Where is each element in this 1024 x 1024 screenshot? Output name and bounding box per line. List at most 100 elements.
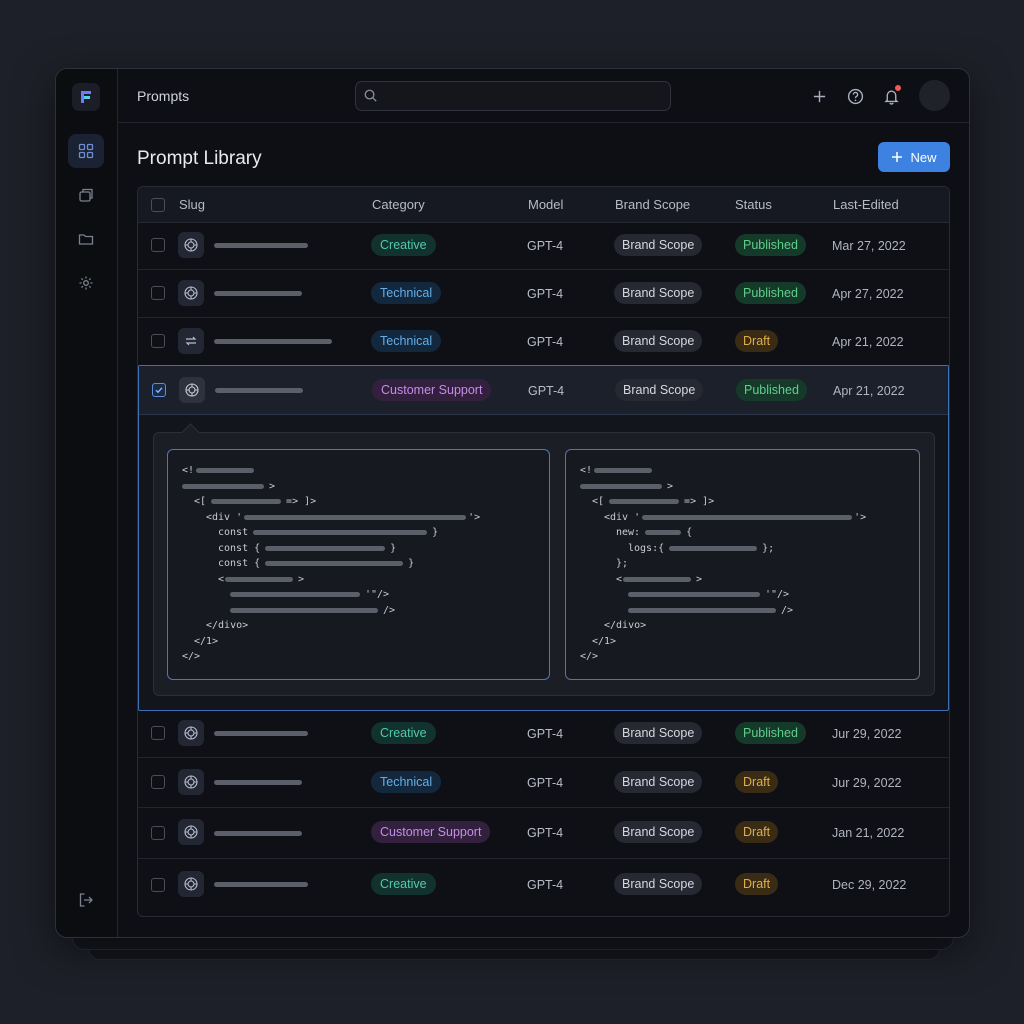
- slug-placeholder: [214, 731, 308, 736]
- code-placeholder: [623, 576, 692, 582]
- code-token: <[: [194, 495, 207, 507]
- column-header-status[interactable]: Status: [735, 197, 772, 212]
- category-badge: Technical: [371, 771, 442, 793]
- row-checkbox[interactable]: [151, 826, 165, 840]
- code-token: '"/>: [765, 588, 790, 600]
- search-input[interactable]: [386, 82, 660, 112]
- row-checkbox[interactable]: [151, 726, 165, 740]
- model-cell: GPT-4: [528, 384, 565, 398]
- last-edited-cell: Jan 21, 2022: [832, 826, 905, 840]
- code-placeholder: [594, 467, 653, 473]
- model-cell: GPT-4: [527, 287, 564, 301]
- sidebar-item-files[interactable]: [68, 222, 104, 256]
- code-placeholder: [244, 514, 467, 520]
- table-row-selected[interactable]: Customer Support GPT-4 Brand Scope Publi…: [139, 366, 948, 415]
- help-button[interactable]: [844, 85, 866, 107]
- add-button[interactable]: [808, 85, 830, 107]
- code-token: '>: [854, 511, 867, 523]
- code-token: '>: [468, 511, 481, 523]
- slug-placeholder: [214, 339, 332, 344]
- notification-dot: [895, 85, 901, 91]
- code-token: <: [616, 573, 623, 585]
- new-prompt-button[interactable]: New: [878, 142, 950, 172]
- table-row[interactable]: Technical GPT-4 Brand Scope Draft Apr 21…: [138, 317, 949, 366]
- brand-scope-chip: Brand Scope: [614, 282, 703, 304]
- brand-scope-chip: Brand Scope: [615, 379, 704, 401]
- table-row[interactable]: Technical GPT-4 Brand Scope Published Ap…: [138, 269, 949, 318]
- brand-scope-chip: Brand Scope: [614, 330, 703, 352]
- model-cell: GPT-4: [527, 826, 564, 840]
- code-token: >: [667, 480, 674, 492]
- row-checkbox[interactable]: [151, 334, 165, 348]
- code-token: <!: [182, 464, 195, 476]
- code-token: => ]>: [684, 495, 715, 507]
- code-token: </1>: [194, 635, 219, 647]
- shuffle-icon: [178, 328, 204, 354]
- code-token: >: [696, 573, 703, 585]
- category-badge: Customer Support: [371, 821, 491, 843]
- code-placeholder: [669, 545, 758, 551]
- code-placeholder: [642, 514, 853, 520]
- table-row[interactable]: Creative GPT-4 Brand Scope Published Mar…: [138, 222, 949, 270]
- table-row[interactable]: Creative GPT-4 Brand Scope Draft Dec 29,…: [138, 858, 949, 914]
- logo-icon[interactable]: [72, 83, 100, 111]
- slug-placeholder: [215, 388, 303, 393]
- code-placeholder: [230, 591, 360, 597]
- code-token: => ]>: [286, 495, 317, 507]
- row-checkbox-checked[interactable]: [152, 383, 166, 397]
- sidebar-item-library[interactable]: [68, 178, 104, 212]
- openai-icon: [178, 769, 204, 795]
- brand-scope-chip: Brand Scope: [614, 873, 703, 895]
- slug-placeholder: [214, 780, 302, 785]
- column-header-last-edited[interactable]: Last-Edited: [833, 197, 899, 212]
- code-token: </divo>: [206, 619, 249, 631]
- sidebar-item-dashboard[interactable]: [68, 134, 104, 168]
- category-badge: Technical: [371, 330, 442, 352]
- openai-icon: [178, 871, 204, 897]
- column-header-model[interactable]: Model: [528, 197, 563, 212]
- last-edited-cell: Apr 21, 2022: [833, 384, 905, 398]
- code-placeholder: [211, 498, 282, 504]
- code-token: <div ': [604, 511, 641, 523]
- status-badge: Published: [736, 379, 807, 401]
- code-placeholder: [265, 545, 386, 551]
- column-header-brand-scope[interactable]: Brand Scope: [615, 197, 690, 212]
- last-edited-cell: Apr 21, 2022: [832, 335, 904, 349]
- code-preview-revised[interactable]: <! > <[=> ]> <div ' '> new:{ logs:{}; }; …: [565, 449, 920, 680]
- row-checkbox[interactable]: [151, 286, 165, 300]
- select-all-checkbox[interactable]: [151, 198, 165, 212]
- code-placeholder: [628, 607, 776, 613]
- code-token: }: [408, 557, 415, 569]
- status-badge: Published: [735, 234, 806, 256]
- code-token: const {: [218, 557, 261, 569]
- app-window: Prompts Prompt Library New Slug Category…: [55, 68, 970, 938]
- row-checkbox[interactable]: [151, 775, 165, 789]
- search-box[interactable]: [355, 81, 671, 112]
- code-placeholder: [225, 576, 294, 582]
- notifications-button[interactable]: [880, 85, 902, 107]
- plus-icon: [892, 152, 903, 162]
- column-header-slug[interactable]: Slug: [179, 197, 205, 212]
- code-token: }: [432, 526, 439, 538]
- code-token: const {: [218, 542, 261, 554]
- table-row[interactable]: Creative GPT-4 Brand Scope Published Jur…: [138, 709, 949, 758]
- avatar[interactable]: [919, 80, 950, 111]
- sidebar-item-settings[interactable]: [68, 266, 104, 300]
- code-preview-original[interactable]: <! > <[=> ]> <div ' '> const} const {} co…: [167, 449, 550, 680]
- column-header-category[interactable]: Category: [372, 197, 425, 212]
- status-badge: Published: [735, 722, 806, 744]
- table-row[interactable]: Customer Support GPT-4 Brand Scope Draft…: [138, 807, 949, 859]
- brand-scope-chip: Brand Scope: [614, 771, 703, 793]
- slug-placeholder: [214, 831, 302, 836]
- row-checkbox[interactable]: [151, 878, 165, 892]
- code-token: };: [616, 557, 629, 569]
- help-icon: [847, 88, 863, 104]
- brand-scope-chip: Brand Scope: [614, 234, 703, 256]
- row-checkbox[interactable]: [151, 238, 165, 252]
- table-row[interactable]: Technical GPT-4 Brand Scope Draft Jur 29…: [138, 757, 949, 808]
- status-badge: Published: [735, 282, 806, 304]
- logout-button[interactable]: [68, 883, 104, 917]
- status-badge: Draft: [735, 873, 779, 895]
- model-cell: GPT-4: [527, 878, 564, 892]
- layers-icon: [79, 188, 93, 202]
